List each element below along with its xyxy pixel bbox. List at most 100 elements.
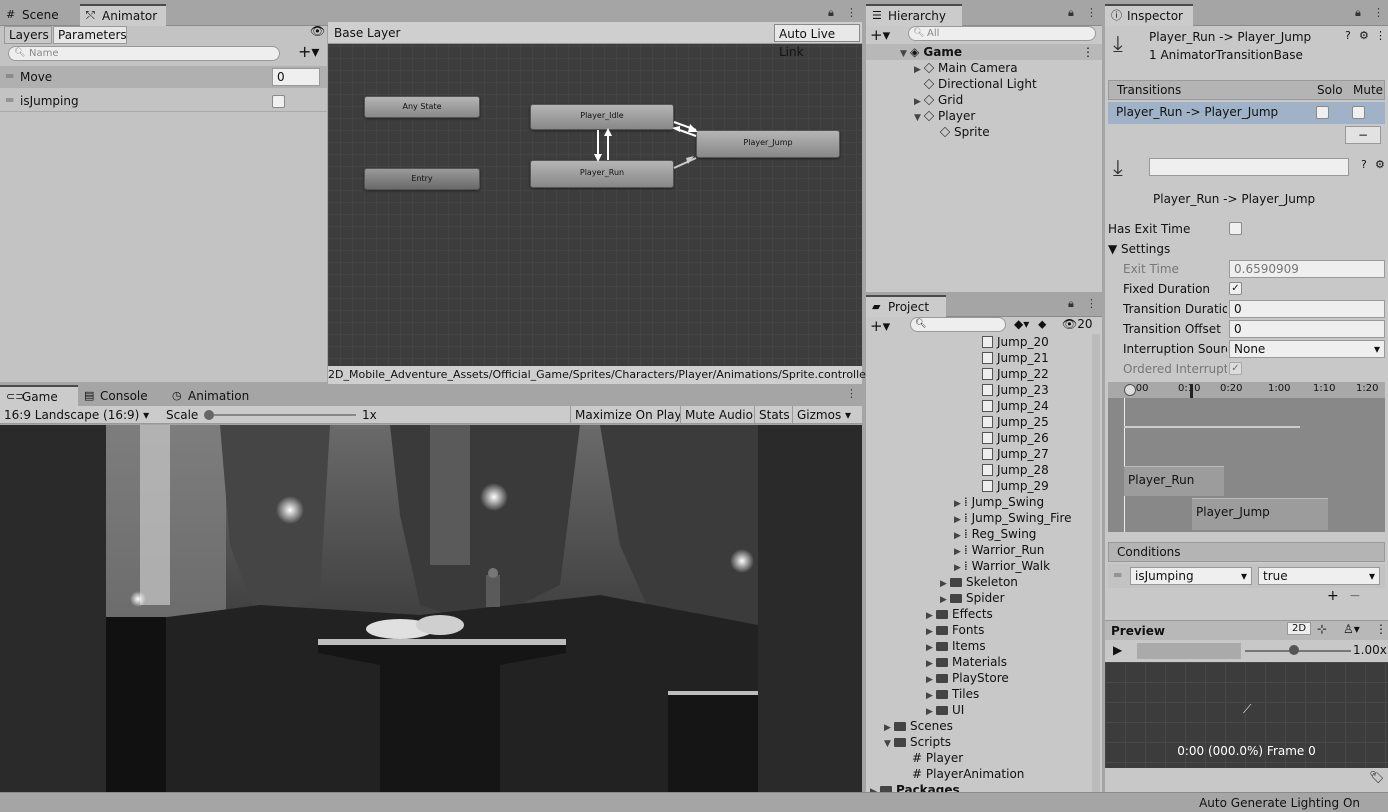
aspect-dropdown[interactable]: 16:9 Landscape (16:9) ▾ (4, 408, 149, 422)
project-folder[interactable]: ▶ Skeleton (866, 574, 1096, 590)
tab-layers[interactable]: Layers (4, 26, 52, 44)
project-file[interactable]: Jump_20 (866, 334, 1096, 350)
lock-icon[interactable]: 🔒︎ (1068, 297, 1074, 311)
scene-row-game[interactable]: ▼ ◈ Game ⋮ (866, 44, 1102, 60)
solo-checkbox[interactable] (1316, 106, 1329, 119)
tab-animation[interactable]: ◷ Animation (166, 385, 266, 407)
add-condition-icon[interactable]: + (1327, 588, 1339, 604)
hierarchy-item-main-camera[interactable]: ▶ Main Camera (866, 60, 1102, 76)
drag-handle-icon[interactable]: ═ (6, 93, 13, 107)
project-file[interactable]: Jump_26 (866, 430, 1096, 446)
lock-icon[interactable]: 🔒︎ (828, 6, 834, 20)
animator-graph[interactable]: Base Layer Auto Live Link Any State Entr… (328, 22, 870, 384)
project-file[interactable]: Jump_29 (866, 478, 1096, 494)
label-icon[interactable]: ⬥ (1038, 317, 1046, 332)
stats-button[interactable]: Stats (754, 406, 794, 424)
scale-slider-thumb[interactable] (204, 410, 214, 420)
project-script[interactable]: # Player (866, 750, 1096, 766)
project-folder-packages[interactable]: ▶ Packages (866, 782, 1096, 792)
gizmos-button[interactable]: Gizmos ▾ (792, 406, 855, 424)
kebab-icon[interactable]: ⋮ (1086, 297, 1097, 310)
timeline-start-handle[interactable] (1124, 384, 1136, 396)
tab-console[interactable]: ▤ Console (78, 385, 166, 407)
2d-mode-button[interactable]: 2D (1287, 622, 1312, 635)
project-folder[interactable]: ▶ Items (866, 638, 1096, 654)
move-value-field[interactable]: 0 (272, 68, 320, 86)
project-folder[interactable]: ▶ Fonts (866, 622, 1096, 638)
kebab-icon[interactable]: ⋮ (1373, 6, 1384, 19)
pivot-icon[interactable]: ⊹ (1317, 622, 1327, 636)
drag-handle-icon[interactable]: ═ (6, 69, 13, 83)
condition-parameter-dropdown[interactable]: isJumping ▾ (1130, 567, 1252, 585)
tab-parameters[interactable]: Parameters (53, 26, 127, 44)
exit-time-field[interactable]: 0.6590909 (1229, 260, 1385, 278)
remove-transition-button[interactable]: − (1345, 126, 1381, 144)
isjumping-checkbox[interactable] (272, 95, 285, 108)
project-file[interactable]: Jump_27 (866, 446, 1096, 462)
kebab-icon[interactable]: ⋮ (846, 6, 857, 19)
help-icon[interactable]: ? (1361, 158, 1367, 171)
project-file[interactable]: Jump_24 (866, 398, 1096, 414)
project-folder[interactable]: ▶ Scenes (866, 718, 1096, 734)
settings-foldout[interactable]: ▼ Settings (1108, 242, 1170, 256)
kebab-icon[interactable]: ⋮ (1086, 6, 1097, 19)
settings-icon[interactable]: ⚙ (1359, 29, 1369, 42)
help-icon[interactable]: ? (1345, 29, 1351, 42)
create-asset-icon[interactable]: +▾ (870, 317, 890, 335)
scale-slider[interactable] (206, 414, 356, 416)
project-file[interactable]: Jump_22 (866, 366, 1096, 382)
project-folder[interactable]: ▶ Materials (866, 654, 1096, 670)
expand-arrow-icon[interactable]: ▶ (870, 784, 880, 792)
parameter-row-move[interactable]: ═ Move 0 (0, 66, 327, 88)
project-file[interactable]: Jump_23 (866, 382, 1096, 398)
kebab-icon[interactable]: ⋮ (846, 387, 857, 400)
kebab-icon[interactable]: ⋮ (1375, 622, 1387, 636)
play-icon[interactable]: ▶ (1113, 643, 1122, 657)
project-anim[interactable]: ▶ ⁞ Jump_Swing_Fire (866, 510, 1096, 526)
timeline-run-clip[interactable]: Player_Run (1124, 466, 1224, 496)
ordered-interruption-checkbox[interactable]: ✓ (1229, 362, 1242, 375)
eye-icon[interactable]: 👁︎ (310, 24, 325, 38)
fixed-duration-checkbox[interactable]: ✓ (1229, 282, 1242, 295)
tab-game[interactable]: ⊂⊃ Game (0, 385, 78, 407)
transition-duration-field[interactable]: 0 (1229, 300, 1385, 318)
project-search-input[interactable]: 🔍︎ (910, 317, 1006, 332)
project-anim[interactable]: ▶ ⁞ Jump_Swing (866, 494, 1096, 510)
project-folder[interactable]: ▶ UI (866, 702, 1096, 718)
project-file[interactable]: Jump_21 (866, 350, 1096, 366)
tab-animator[interactable]: ⤲ Animator (80, 4, 166, 26)
hierarchy-item-player[interactable]: ▼ Player (866, 108, 1102, 124)
project-folder[interactable]: ▶ PlayStore (866, 670, 1096, 686)
project-folder[interactable]: ▶ Effects (866, 606, 1096, 622)
project-folder[interactable]: ▶ Spider (866, 590, 1096, 606)
tab-inspector[interactable]: ⓘ Inspector (1105, 4, 1193, 26)
drag-handle-icon[interactable]: ═ (1114, 568, 1121, 582)
parameter-search-input[interactable]: 🔍︎ Name (8, 46, 280, 61)
tag-icon[interactable]: 🏷︎ (1369, 770, 1384, 784)
transition-item[interactable]: Player_Run -> Player_Jump (1108, 102, 1385, 124)
transition-timeline[interactable]: 0:00 0:10 0:20 1:00 1:10 1:20 Player_Run… (1108, 382, 1385, 532)
filter-type-icon[interactable]: ◆▾ (1014, 317, 1029, 331)
timeline-jump-clip[interactable]: Player_Jump (1192, 498, 1328, 530)
interruption-source-dropdown[interactable]: None ▾ (1229, 340, 1385, 358)
condition-value-dropdown[interactable]: true ▾ (1258, 567, 1380, 585)
project-anim[interactable]: ▶ ⁞ Warrior_Run (866, 542, 1096, 558)
add-parameter-icon[interactable]: +▾ (298, 42, 319, 61)
parameter-row-isjumping[interactable]: ═ isJumping (0, 90, 327, 112)
mute-checkbox[interactable] (1352, 106, 1365, 119)
mute-audio-button[interactable]: Mute Audio (680, 406, 757, 424)
lock-icon[interactable]: 🔒︎ (1355, 6, 1361, 20)
transition-name-field[interactable] (1149, 158, 1349, 176)
project-anim[interactable]: ▶ ⁞ Warrior_Walk (866, 558, 1096, 574)
lock-icon[interactable]: 🔒︎ (1068, 6, 1074, 20)
speed-slider-thumb[interactable] (1289, 645, 1299, 655)
avatar-icon[interactable]: ♙▾ (1343, 622, 1360, 636)
settings-icon[interactable]: ⚙ (1375, 158, 1385, 171)
hierarchy-search-input[interactable]: 🔍︎ All (908, 26, 1096, 41)
project-scrollbar[interactable] (1092, 334, 1100, 792)
project-folder[interactable]: ▼ Scripts (866, 734, 1096, 750)
transition-offset-field[interactable]: 0 (1229, 320, 1385, 338)
hierarchy-item-grid[interactable]: ▶ Grid (866, 92, 1102, 108)
expand-arrow-icon[interactable]: ▼ (1108, 242, 1121, 256)
hierarchy-item-sprite[interactable]: Sprite (866, 124, 1102, 140)
